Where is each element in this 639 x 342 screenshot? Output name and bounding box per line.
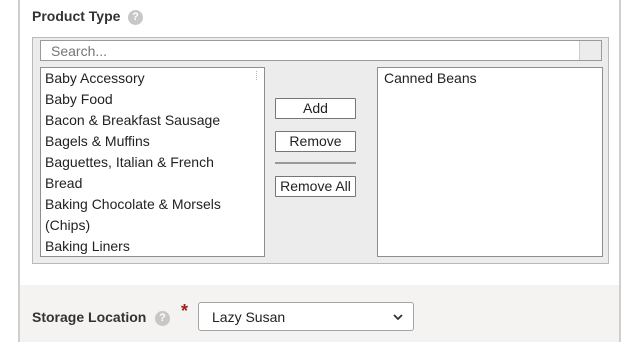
- chevron-down-icon: [393, 314, 403, 321]
- storage-location-label: Storage Location: [32, 309, 147, 325]
- button-divider: [275, 162, 356, 164]
- product-type-search-input[interactable]: [41, 41, 588, 60]
- list-item[interactable]: Baking Liners: [45, 236, 130, 256]
- list-item[interactable]: Bagels & Muffins: [45, 131, 150, 152]
- available-types-list[interactable]: Baby Accessory Baby Food Bacon & Breakfa…: [40, 67, 265, 257]
- storage-location-value: Lazy Susan: [212, 309, 286, 325]
- selected-types-list[interactable]: Canned Beans: [377, 67, 603, 257]
- search-scroll-track: [579, 41, 601, 60]
- storage-location-help-icon[interactable]: ?: [155, 311, 170, 326]
- storage-location-select[interactable]: Lazy Susan: [198, 302, 414, 331]
- list-item[interactable]: Canned Beans: [384, 68, 477, 89]
- list-item[interactable]: Baguettes, Italian & French: [45, 152, 214, 173]
- product-type-help-icon[interactable]: ?: [128, 10, 143, 25]
- available-list-scrollbar[interactable]: [256, 71, 259, 80]
- list-item[interactable]: (Chips): [45, 215, 90, 236]
- list-item[interactable]: Bread: [45, 173, 82, 194]
- required-indicator: *: [181, 301, 189, 321]
- list-item[interactable]: Bacon & Breakfast Sausage: [45, 110, 220, 131]
- remove-button[interactable]: Remove: [275, 131, 356, 152]
- product-type-label: Product Type: [32, 8, 121, 24]
- remove-all-button[interactable]: Remove All: [275, 176, 356, 197]
- product-type-search: [40, 40, 602, 61]
- list-item[interactable]: Baby Accessory: [45, 68, 145, 89]
- list-item[interactable]: Baby Food: [45, 89, 113, 110]
- list-item[interactable]: Baking Chocolate & Morsels: [45, 194, 221, 215]
- add-button[interactable]: Add: [275, 98, 356, 119]
- panel-right-border: [619, 0, 621, 342]
